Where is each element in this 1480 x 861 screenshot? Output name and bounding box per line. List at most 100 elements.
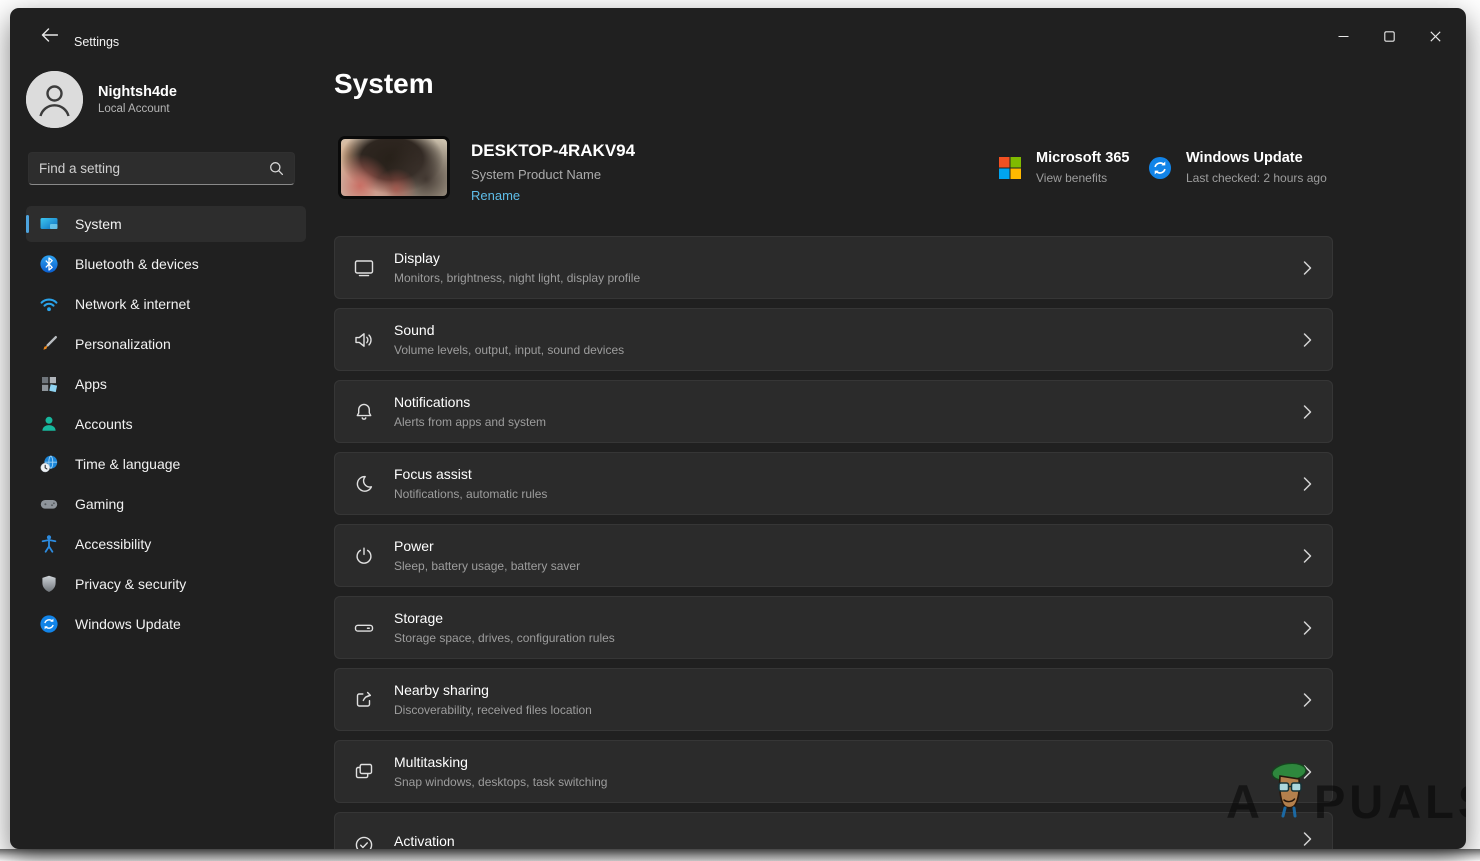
close-button[interactable] xyxy=(1412,16,1458,56)
sidebar: Nightsh4de Local Account xyxy=(10,8,326,849)
shield-icon xyxy=(39,574,59,594)
card-title: Nearby sharing xyxy=(394,682,592,698)
sidebar-item-gaming[interactable]: Gaming xyxy=(26,486,306,522)
sidebar-item-apps[interactable]: Apps xyxy=(26,366,306,402)
card-subtitle: Notifications, automatic rules xyxy=(394,487,547,501)
page-title: System xyxy=(334,68,434,100)
card-notifications[interactable]: Notifications Alerts from apps and syste… xyxy=(334,380,1333,443)
sidebar-item-bluetooth-devices[interactable]: Bluetooth & devices xyxy=(26,246,306,282)
sidebar-item-accounts[interactable]: Accounts xyxy=(26,406,306,442)
sidebar-item-label: Gaming xyxy=(75,496,124,512)
card-subtitle: Snap windows, desktops, task switching xyxy=(394,775,607,789)
bluetooth-icon xyxy=(39,254,59,274)
chevron-right-icon xyxy=(1303,832,1312,847)
search-input[interactable] xyxy=(39,161,269,176)
accessibility-person-icon xyxy=(39,534,59,554)
microsoft-logo-icon xyxy=(998,156,1022,180)
display-icon xyxy=(352,256,376,280)
card-text: Multitasking Snap windows, desktops, tas… xyxy=(394,754,607,789)
sidebar-item-label: Time & language xyxy=(75,456,180,472)
user-name: Nightsh4de xyxy=(98,84,177,100)
quick-info-text: Windows Update Last checked: 2 hours ago xyxy=(1186,150,1327,185)
card-text: Power Sleep, battery usage, battery save… xyxy=(394,538,580,573)
clock-globe-icon xyxy=(39,454,59,474)
user-meta: Nightsh4de Local Account xyxy=(98,84,177,115)
user-account-type: Local Account xyxy=(98,103,177,115)
sidebar-item-label: Windows Update xyxy=(75,616,181,632)
microsoft-365-info[interactable]: Microsoft 365 View benefits xyxy=(998,150,1129,185)
sidebar-item-accessibility[interactable]: Accessibility xyxy=(26,526,306,562)
card-subtitle: Alerts from apps and system xyxy=(394,415,546,429)
device-product-name: System Product Name xyxy=(471,167,635,182)
card-title: Power xyxy=(394,538,580,554)
search-box[interactable] xyxy=(28,152,295,185)
check-circle-icon xyxy=(352,833,376,849)
chevron-right-icon xyxy=(1303,260,1312,275)
card-focus-assist[interactable]: Focus assist Notifications, automatic ru… xyxy=(334,452,1333,515)
moon-icon xyxy=(352,472,376,496)
card-display[interactable]: Display Monitors, brightness, night ligh… xyxy=(334,236,1333,299)
sidebar-item-label: System xyxy=(75,216,122,232)
sidebar-item-label: Network & internet xyxy=(75,296,190,312)
card-title: Display xyxy=(394,250,640,266)
card-subtitle: Volume levels, output, input, sound devi… xyxy=(394,343,624,357)
sidebar-item-time-language[interactable]: Time & language xyxy=(26,446,306,482)
settings-window: Settings xyxy=(10,8,1466,849)
avatar xyxy=(26,71,83,128)
rename-link[interactable]: Rename xyxy=(471,188,520,203)
card-nearby-sharing[interactable]: Nearby sharing Discoverability, received… xyxy=(334,668,1333,731)
windows-stack-icon xyxy=(352,760,376,784)
card-sound[interactable]: Sound Volume levels, output, input, soun… xyxy=(334,308,1333,371)
chevron-right-icon xyxy=(1303,620,1312,635)
settings-card-list: Display Monitors, brightness, night ligh… xyxy=(334,236,1333,849)
card-subtitle: Monitors, brightness, night light, displ… xyxy=(394,271,640,285)
update-arrows-icon xyxy=(39,614,59,634)
card-activation[interactable]: Activation xyxy=(334,812,1333,849)
quick-info-title: Windows Update xyxy=(1186,150,1327,166)
sidebar-item-label: Privacy & security xyxy=(75,576,186,592)
card-power[interactable]: Power Sleep, battery usage, battery save… xyxy=(334,524,1333,587)
card-subtitle: Discoverability, received files location xyxy=(394,703,592,717)
system-monitor-icon xyxy=(39,214,59,234)
chevron-right-icon xyxy=(1303,764,1312,779)
card-title: Focus assist xyxy=(394,466,547,482)
share-icon xyxy=(352,688,376,712)
card-text: Focus assist Notifications, automatic ru… xyxy=(394,466,547,501)
card-subtitle: Sleep, battery usage, battery saver xyxy=(394,559,580,573)
card-text: Notifications Alerts from apps and syste… xyxy=(394,394,546,429)
power-icon xyxy=(352,544,376,568)
device-wallpaper-thumbnail xyxy=(338,136,450,199)
wifi-icon xyxy=(39,294,59,314)
view-benefits-link[interactable]: View benefits xyxy=(1036,171,1129,185)
desktop-background: Settings xyxy=(0,0,1480,861)
last-checked-status: Last checked: 2 hours ago xyxy=(1186,171,1327,185)
maximize-button[interactable] xyxy=(1366,16,1412,56)
minimize-button[interactable] xyxy=(1320,16,1366,56)
card-subtitle: Storage space, drives, configuration rul… xyxy=(394,631,615,645)
watermark-text-right: PUALS xyxy=(1314,774,1466,829)
person-avatar-icon xyxy=(26,71,83,128)
sidebar-item-system[interactable]: System xyxy=(26,206,306,242)
card-title: Notifications xyxy=(394,394,546,410)
user-account-card[interactable]: Nightsh4de Local Account xyxy=(26,66,310,132)
sidebar-item-windows-update[interactable]: Windows Update xyxy=(26,606,306,642)
taskbar-edge xyxy=(0,849,1480,861)
person-icon xyxy=(39,414,59,434)
card-title: Sound xyxy=(394,322,624,338)
windows-update-icon xyxy=(1148,156,1172,180)
windows-update-info[interactable]: Windows Update Last checked: 2 hours ago xyxy=(1148,150,1327,185)
sidebar-item-label: Bluetooth & devices xyxy=(75,256,199,272)
card-multitasking[interactable]: Multitasking Snap windows, desktops, tas… xyxy=(334,740,1333,803)
device-meta: DESKTOP-4RAKV94 System Product Name Rena… xyxy=(471,141,635,205)
sidebar-item-personalization[interactable]: Personalization xyxy=(26,326,306,362)
sidebar-item-network-internet[interactable]: Network & internet xyxy=(26,286,306,322)
quick-info-text: Microsoft 365 View benefits xyxy=(1036,150,1129,185)
chevron-right-icon xyxy=(1303,692,1312,707)
chevron-right-icon xyxy=(1303,476,1312,491)
drive-icon xyxy=(352,616,376,640)
sidebar-item-privacy-security[interactable]: Privacy & security xyxy=(26,566,306,602)
window-controls xyxy=(1320,16,1458,60)
chevron-right-icon xyxy=(1303,332,1312,347)
chevron-right-icon xyxy=(1303,548,1312,563)
card-storage[interactable]: Storage Storage space, drives, configura… xyxy=(334,596,1333,659)
